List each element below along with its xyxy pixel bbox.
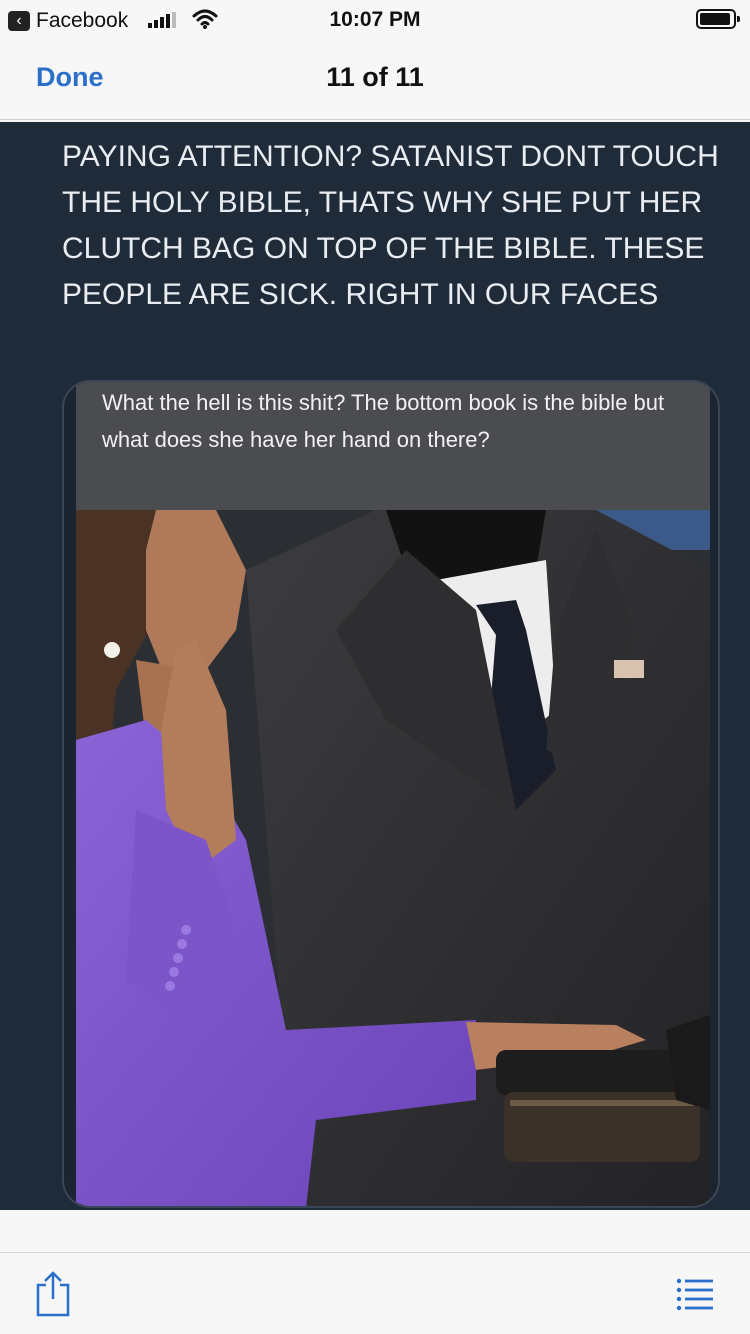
clock: 10:07 PM: [329, 8, 421, 31]
post-text: PAYING ATTENTION? SATANIST DONT TOUCH TH…: [62, 140, 719, 311]
photo-viewer-nav: Done 11 of 11: [0, 40, 750, 120]
list-icon[interactable]: [676, 1277, 714, 1311]
status-bar: ‹ Facebook 10:07 PM: [0, 0, 750, 40]
inauguration-photo: [76, 510, 710, 1206]
battery-icon: [696, 9, 740, 29]
share-icon[interactable]: [34, 1269, 72, 1319]
embedded-caption: What the hell is this shit? The bottom b…: [76, 382, 710, 510]
bottom-toolbar: [0, 1252, 750, 1334]
photo-illustration: [76, 510, 710, 1206]
embedded-post: What the hell is this shit? The bottom b…: [62, 380, 720, 1208]
photo-content: PAYING ATTENTION? SATANIST DONT TOUCH TH…: [0, 122, 750, 1210]
photo-counter: 11 of 11: [326, 62, 424, 92]
